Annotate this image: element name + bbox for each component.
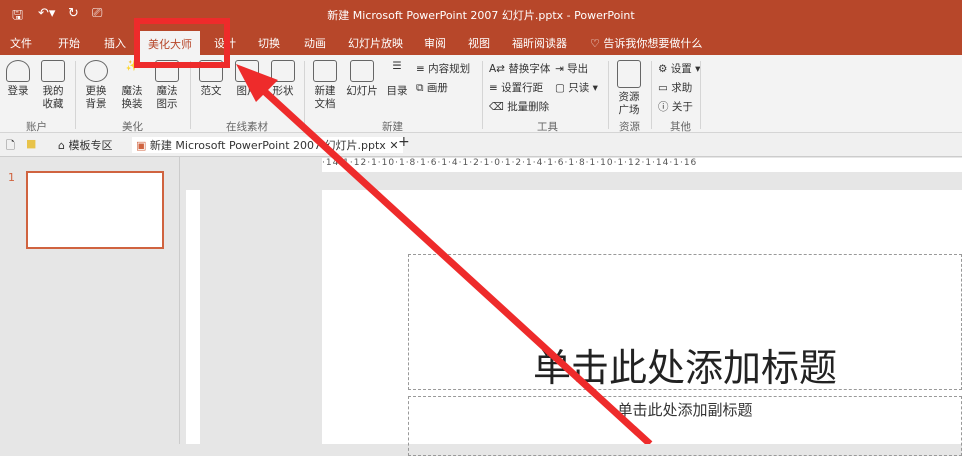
annotation-arrow [236, 64, 653, 444]
